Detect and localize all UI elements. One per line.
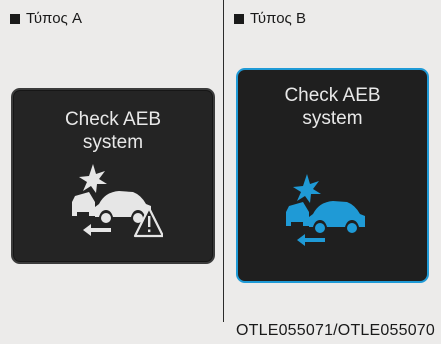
column-divider	[223, 0, 224, 322]
figure-code: OTLE055071/OTLE055070	[235, 322, 435, 339]
type-a-label-text: Τύπος A	[26, 10, 82, 27]
bullet-square-icon	[10, 14, 20, 24]
warning-display-type-a: Check AEB system	[11, 88, 215, 264]
collision-warning-icon	[72, 164, 163, 238]
bullet-square-icon	[234, 14, 244, 24]
type-a-label: Τύπος A	[10, 9, 82, 29]
warning-display-type-b: Check AEB system	[236, 68, 429, 283]
type-b-label-text: Τύπος B	[250, 10, 306, 27]
type-b-label: Τύπος B	[234, 9, 306, 29]
collision-warning-icon	[286, 174, 365, 246]
warning-message: Check AEB system	[64, 109, 162, 153]
warning-message: Check AEB system	[284, 85, 381, 129]
